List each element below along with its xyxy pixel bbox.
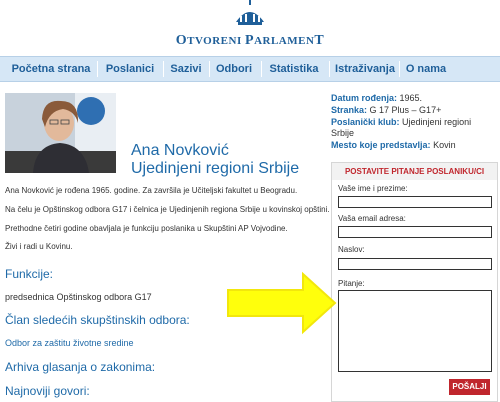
- nav-item-o-nama[interactable]: O nama: [402, 57, 450, 81]
- member-name: Ana Novković Ujedinjeni regioni Srbije: [131, 142, 299, 178]
- name-label: Vaše ime i prezime:: [338, 184, 408, 193]
- birth-date-value: 1965.: [399, 93, 423, 103]
- club-row: Poslanički klub: Ujedinjeni regioni: [331, 117, 471, 128]
- bio-line-3: Prethodne četiri godine obavljala je fun…: [5, 224, 288, 233]
- constituency-value: Kovin: [433, 140, 456, 150]
- function-item: predsednica Opštinskog odbora G17: [5, 292, 152, 302]
- committee-link[interactable]: Odbor za zaštitu životne sredine: [5, 338, 134, 348]
- constituency-row: Mesto koje predstavlja: Kovin: [331, 140, 456, 151]
- question-textarea[interactable]: [338, 290, 492, 372]
- main-nav: Početna strana Poslanici Sazivi Odbori S…: [0, 56, 500, 82]
- functions-heading: Funkcije:: [5, 267, 54, 281]
- club-value-continued: Srbije: [331, 128, 355, 138]
- member-photo: [5, 93, 116, 173]
- portrait-image: [5, 93, 116, 173]
- nav-separator: [399, 61, 400, 77]
- email-label: Vaša email adresa:: [338, 214, 406, 223]
- form-header: POSTAVITE PITANJE POSLANIKU/CI: [332, 163, 497, 180]
- nav-separator: [261, 61, 262, 77]
- submit-button[interactable]: POŠALJI: [449, 379, 490, 395]
- name-input[interactable]: [338, 196, 492, 208]
- subject-label: Naslov:: [338, 245, 365, 254]
- site-logo-text[interactable]: OTVORENI PARLAMENT: [0, 33, 500, 49]
- voting-archive-heading[interactable]: Arhiva glasanja o zakonima:: [5, 360, 155, 374]
- latest-speeches-heading[interactable]: Najnoviji govori:: [5, 384, 90, 398]
- club-value: Ujedinjeni regioni: [402, 117, 472, 127]
- nav-item-odbori[interactable]: Odbori: [212, 57, 256, 81]
- club-label: Poslanički klub:: [331, 117, 400, 127]
- nav-separator: [209, 61, 210, 77]
- constituency-label: Mesto koje predstavlja:: [331, 140, 431, 150]
- email-input[interactable]: [338, 226, 492, 238]
- site-header: OTVORENI PARLAMENT: [0, 0, 500, 56]
- bio-line-2: Na čelu je Opštinskog odbora G17 i čelni…: [5, 205, 330, 214]
- nav-item-sazivi[interactable]: Sazivi: [166, 57, 206, 81]
- birth-date-label: Datum rođenja:: [331, 93, 398, 103]
- party-row: Stranka: G 17 Plus – G17+: [331, 105, 441, 116]
- nav-separator: [329, 61, 330, 77]
- party-value: G 17 Plus – G17+: [369, 105, 442, 115]
- nav-item-poslanici[interactable]: Poslanici: [100, 57, 160, 81]
- birth-date-row: Datum rođenja: 1965.: [331, 93, 422, 104]
- bio-line-1: Ana Novković je rođena 1965. godine. Za …: [5, 186, 298, 195]
- member-party: Ujedinjeni regioni Srbije: [131, 160, 300, 177]
- nav-separator: [163, 61, 164, 77]
- annotation-arrow-icon: [227, 271, 337, 335]
- question-form: POSTAVITE PITANJE POSLANIKU/CI Vaše ime …: [331, 162, 498, 402]
- nav-item-pocetna[interactable]: Početna strana: [8, 57, 94, 81]
- nav-item-statistika[interactable]: Statistika: [264, 57, 324, 81]
- club-row-continued: Srbije: [331, 128, 354, 139]
- party-label: Stranka:: [331, 105, 368, 115]
- parliament-dome-logo[interactable]: [232, 0, 268, 30]
- nav-item-istrazivanja[interactable]: Istraživanja: [332, 57, 398, 81]
- subject-input[interactable]: [338, 258, 492, 270]
- bio-line-4: Živi i radi u Kovinu.: [5, 242, 73, 251]
- nav-separator: [97, 61, 98, 77]
- member-full-name: Ana Novković: [131, 142, 229, 159]
- committees-heading: Član sledećih skupštinskih odbora:: [5, 313, 190, 327]
- question-label: Pitanje:: [338, 279, 365, 288]
